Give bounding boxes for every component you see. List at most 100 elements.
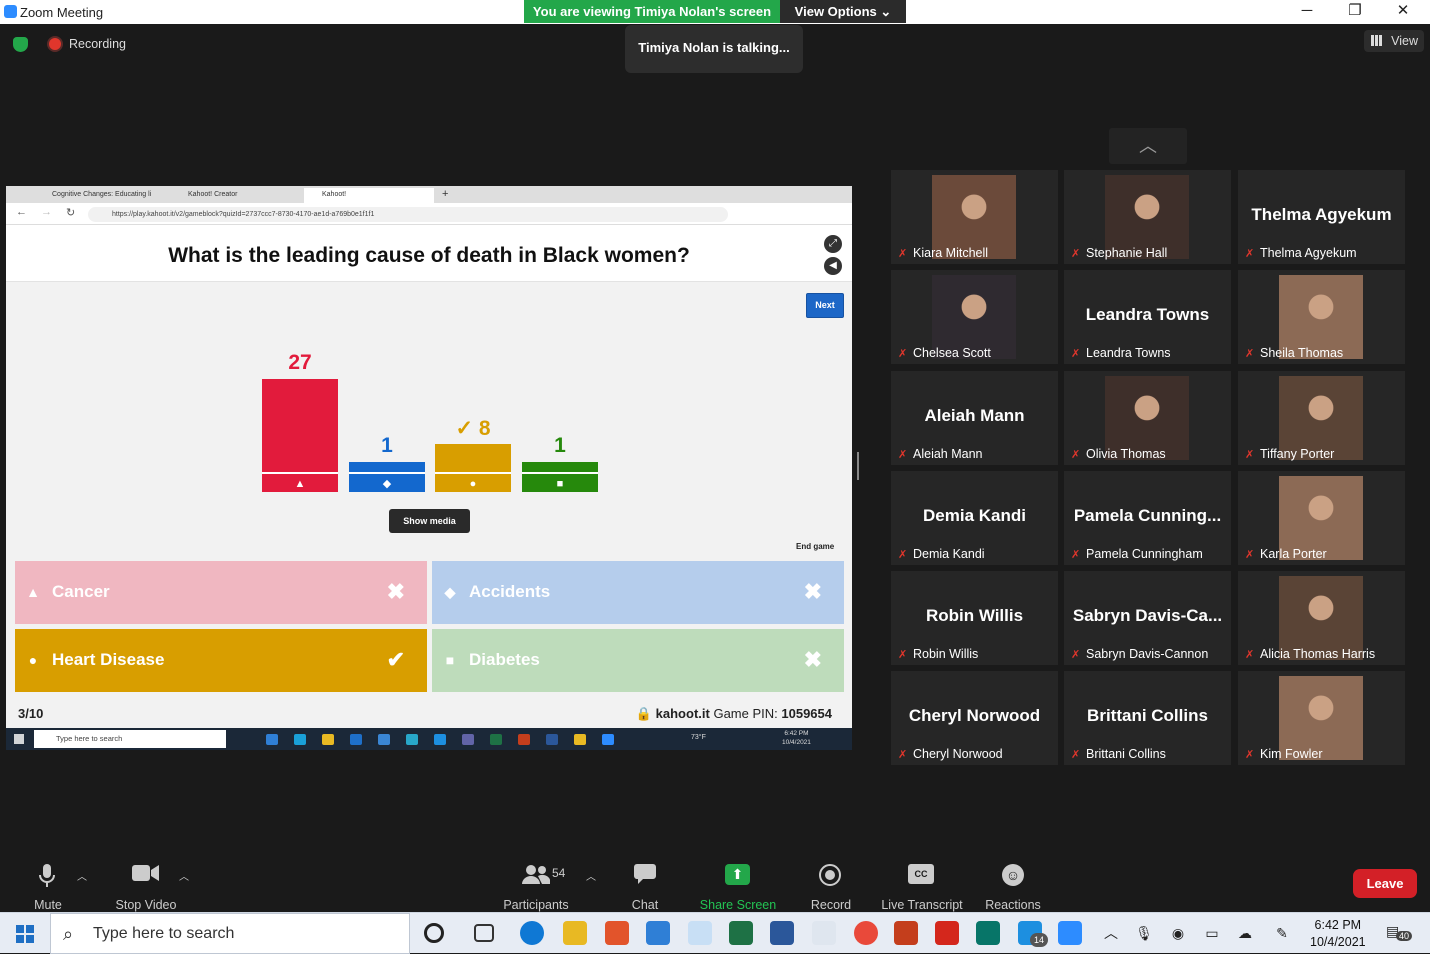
browser-tab-active[interactable]: Kahoot! [304, 188, 434, 203]
notifications-button[interactable]: ▤ 40 [1386, 923, 1413, 943]
participant-tile[interactable]: Aleiah Mann ✗ Aleiah Mann [891, 371, 1058, 465]
muted-mic-icon: ✗ [898, 649, 908, 661]
cortana-icon[interactable] [424, 923, 444, 943]
participant-tile[interactable]: ✗ Alicia Thomas Harris [1238, 571, 1405, 665]
edge-icon[interactable] [520, 921, 544, 945]
pin-label: Game PIN: [713, 706, 778, 721]
next-button[interactable]: Next [806, 293, 844, 318]
participant-tile[interactable]: ✗ Olivia Thomas [1064, 371, 1231, 465]
participant-tile[interactable]: Demia Kandi ✗ Demia Kandi [891, 471, 1058, 565]
muted-mic-icon: ✗ [1245, 348, 1255, 360]
result-bar-shape: ▲ [262, 472, 338, 492]
participant-name: Karla Porter [1260, 547, 1327, 561]
end-game-button[interactable]: End game [796, 542, 834, 551]
share-screen-button[interactable]: ⬆ [725, 864, 750, 885]
participant-tile[interactable]: Thelma Agyekum ✗ Thelma Agyekum [1238, 170, 1405, 264]
grid-icon [1371, 35, 1382, 46]
new-tab-icon[interactable]: + [442, 188, 448, 200]
participant-tile[interactable]: ✗ Stephanie Hall [1064, 170, 1231, 264]
video-options-caret[interactable]: ︿ [179, 868, 189, 883]
participants-options-caret[interactable]: ︿ [586, 868, 596, 883]
close-button[interactable]: ✕ [1380, 0, 1426, 24]
minimize-button[interactable]: ─ [1284, 0, 1330, 24]
participant-display-name: Demia Kandi [923, 506, 1026, 525]
muted-mic-icon: ✗ [1071, 649, 1081, 661]
split-resize-handle[interactable] [857, 452, 859, 480]
onedrive-icon[interactable]: ☁ [1236, 924, 1254, 942]
participant-tile[interactable]: Cheryl Norwood ✗ Cheryl Norwood [891, 671, 1058, 765]
mail-icon[interactable] [646, 921, 670, 945]
view-options-button[interactable]: View Options ⌄ [780, 0, 906, 23]
security-shield-icon[interactable] [13, 37, 28, 52]
leave-button[interactable]: Leave [1353, 869, 1417, 898]
participant-tile[interactable]: Sabryn Davis-Ca... ✗ Sabryn Davis-Cannon [1064, 571, 1231, 665]
acrobat-icon[interactable] [935, 921, 959, 945]
chat-button[interactable] [634, 864, 656, 889]
muted-mic-icon: ✗ [1071, 449, 1081, 461]
word-icon[interactable] [770, 921, 794, 945]
muted-mic-icon: ✗ [1071, 348, 1081, 360]
teams-icon [406, 734, 418, 745]
chat-icon [634, 864, 656, 884]
pen-icon[interactable]: ✎ [1273, 924, 1291, 942]
office-icon[interactable] [605, 921, 629, 945]
file-explorer-icon[interactable] [563, 921, 587, 945]
browser-tab[interactable]: Kahoot! Creator [170, 188, 298, 203]
participant-tile[interactable]: ✗ Kiara Mitchell [891, 170, 1058, 264]
participant-tile[interactable]: Leandra Towns ✗ Leandra Towns [1064, 270, 1231, 364]
mute-options-caret[interactable]: ︿ [77, 868, 87, 883]
refresh-icon[interactable]: ↻ [66, 206, 75, 219]
browser-tab[interactable]: Cognitive Changes: Educating li [34, 188, 162, 203]
answer-option: ▲ Cancer ✖ [15, 561, 427, 624]
participants-button[interactable] [522, 864, 551, 889]
view-button[interactable]: View [1364, 30, 1424, 52]
reactions-button[interactable]: ☺ [1002, 864, 1024, 886]
publisher-icon[interactable] [976, 921, 1000, 945]
live-transcript-button[interactable]: CC [908, 864, 934, 884]
show-hidden-icons[interactable]: ︿ [1102, 924, 1120, 942]
browser-icon [434, 734, 446, 745]
windows-search-box[interactable]: ⌕ Type here to search [50, 913, 410, 954]
task-view-icon[interactable] [474, 924, 494, 942]
back-icon[interactable]: ← [16, 206, 27, 218]
address-bar[interactable]: https://play.kahoot.it/v2/gameblock?quiz… [88, 207, 728, 222]
view-options-label: View Options [794, 4, 877, 19]
recording-label: Recording [69, 37, 126, 51]
show-media-button[interactable]: Show media [389, 509, 470, 533]
participant-tile[interactable]: ✗ Chelsea Scott [891, 270, 1058, 364]
answer-result-icon: ✖ [803, 647, 822, 672]
battery-icon[interactable]: ▭ [1203, 924, 1221, 942]
participant-tile[interactable]: ✗ Sheila Thomas [1238, 270, 1405, 364]
system-clock[interactable]: 6:42 PM 10/4/2021 [1310, 917, 1366, 951]
fullscreen-icon[interactable]: ⤢ [824, 235, 842, 253]
participant-tile[interactable]: Robin Willis ✗ Robin Willis [891, 571, 1058, 665]
snipping-tool-icon[interactable] [688, 921, 712, 945]
chrome-icon[interactable] [854, 921, 878, 945]
camera-tray-icon[interactable]: ◉ [1169, 924, 1187, 942]
microphone-tray-icon[interactable]: 🎙 [1135, 924, 1153, 942]
muted-mic-icon: ✗ [1071, 749, 1081, 761]
answer-shape-icon: ◆ [444, 584, 456, 600]
record-button[interactable] [819, 864, 841, 886]
muted-mic-icon: ✗ [1071, 549, 1081, 561]
muted-mic-icon: ✗ [1245, 248, 1255, 260]
gallery-up-button[interactable]: ︿ [1109, 128, 1187, 164]
maximize-button[interactable]: ❐ [1332, 0, 1378, 24]
windows-start-icon[interactable] [16, 925, 34, 943]
view-label: View [1391, 34, 1418, 48]
participant-tile[interactable]: Brittani Collins ✗ Brittani Collins [1064, 671, 1231, 765]
participant-tile[interactable]: ✗ Tiffany Porter [1238, 371, 1405, 465]
paint-icon[interactable] [812, 921, 836, 945]
excel-icon[interactable] [729, 921, 753, 945]
mute-button[interactable] [38, 864, 56, 888]
participant-tile[interactable]: ✗ Karla Porter [1238, 471, 1405, 565]
outlook-icon [350, 734, 362, 745]
sound-icon[interactable]: ◀ [824, 257, 842, 275]
powerpoint-icon[interactable] [894, 921, 918, 945]
stop-video-button[interactable] [132, 864, 160, 887]
zoom-taskbar-icon[interactable] [1058, 921, 1082, 945]
participant-tile[interactable]: Pamela Cunning... ✗ Pamela Cunningham [1064, 471, 1231, 565]
forward-icon[interactable]: → [41, 206, 52, 218]
muted-mic-icon: ✗ [1245, 649, 1255, 661]
participant-tile[interactable]: ✗ Kim Fowler [1238, 671, 1405, 765]
